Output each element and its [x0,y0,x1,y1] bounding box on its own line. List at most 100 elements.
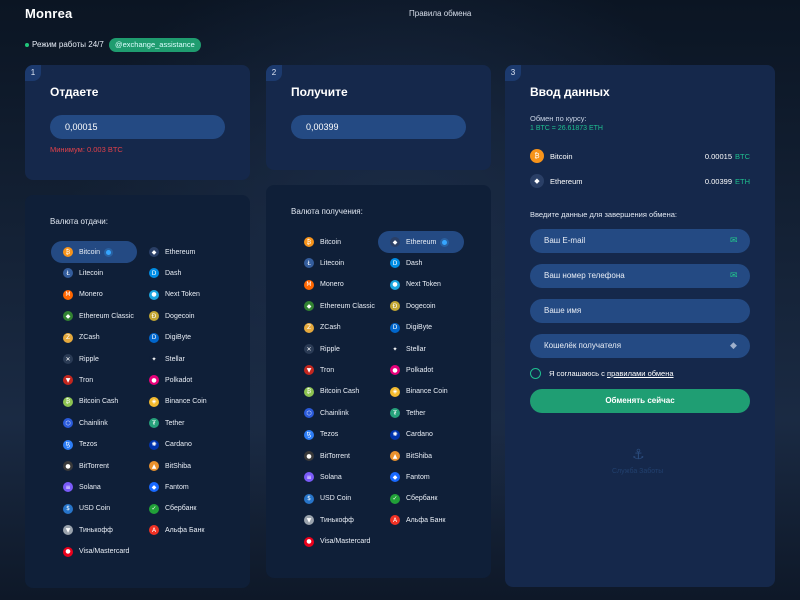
currency-option-monero[interactable]: M Monero [51,284,137,306]
currency-label: Сбербанк [165,505,197,513]
currency-option-dogecoin[interactable]: Ð Dogecoin [137,305,223,327]
bittorrent-icon: ● [304,451,314,461]
litecoin-icon: Ł [63,268,73,279]
currency-option-tezos[interactable]: ꜩ Tezos [292,424,378,446]
currency-option-tether[interactable]: ₮ Tether [137,412,223,434]
get-card: 2 Получите 0,00399 [266,65,491,170]
currency-option-bitcoin[interactable]: ₿ Bitcoin [51,241,137,263]
step-number: 2 [266,65,282,81]
currency-option-bittorrent[interactable]: ● BitTorrent [292,445,378,467]
currency-option-polkadot[interactable]: ● Polkadot [378,359,464,381]
currency-option-usd-coin[interactable]: $ USD Coin [51,498,137,520]
currency-option-zcash[interactable]: Z ZCash [51,327,137,349]
currency-option-litecoin[interactable]: Ł Litecoin [51,262,137,284]
name-field[interactable]: Ваше имя [530,299,750,323]
currency-option-polkadot[interactable]: ● Polkadot [137,369,223,391]
agree-checkbox[interactable] [530,368,541,379]
rules-link[interactable]: правилами обмена [607,369,674,378]
currency-option-bitcoin-cash[interactable]: ₿ Bitcoin Cash [51,391,137,413]
currency-label: Ethereum [406,238,437,246]
mail-icon: ✉ [730,236,738,246]
currency-option-сбербанк[interactable]: ✓ Сбербанк [137,498,223,520]
currency-option-альфа-банк[interactable]: A Альфа Банк [137,519,223,541]
currency-option-ripple[interactable]: ✕ Ripple [292,338,378,360]
currency-option-ethereum[interactable]: ◆ Ethereum [137,241,223,263]
currency-option-тинькофф[interactable]: ▼ Тинькофф [292,509,378,531]
currency-label: DigiByte [165,334,192,342]
currency-option-тинькофф[interactable]: ▼ Тинькофф [51,519,137,541]
currency-option-ripple[interactable]: ✕ Ripple [51,348,137,370]
currency-label: Dash [406,259,423,267]
currency-option-tron[interactable]: ▼ Tron [51,369,137,391]
currency-option-fantom[interactable]: ◆ Fantom [137,476,223,498]
currency-label: Litecoin [320,259,345,267]
currency-option-fantom[interactable]: ◆ Fantom [378,466,464,488]
tron-icon: ▼ [304,365,314,376]
currency-label: Tether [406,409,426,417]
currency-option-binance-coin[interactable]: ◈ Binance Coin [137,391,223,413]
currency-label: Bitcoin [79,248,101,256]
summary-amount: 0.00399 [704,176,732,186]
dogecoin-icon: Ð [390,301,400,312]
currency-option-stellar[interactable]: ✦ Stellar [378,338,464,360]
currency-option-cardano[interactable]: ✺ Cardano [137,434,223,456]
digibyte-icon: D [149,332,159,343]
currency-option-next-token[interactable]: ● Next Token [378,274,464,296]
give-amount-input[interactable]: 0,00015 [50,115,225,139]
currency-label: Bitcoin Cash [320,388,360,396]
wallet-field[interactable]: Кошелёк получателя ◆ [530,334,750,358]
currency-option-chainlink[interactable]: ⬡ Chainlink [51,412,137,434]
currency-option-binance-coin[interactable]: ◈ Binance Coin [378,381,464,403]
currency-option-dash[interactable]: D Dash [137,262,223,284]
currency-option-digibyte[interactable]: D DigiByte [378,317,464,339]
selected-indicator-icon [106,249,112,255]
currency-option-stellar[interactable]: ✦ Stellar [137,348,223,370]
polkadot-icon: ● [149,375,159,386]
rate-label: Обмен по курсу: [530,114,587,123]
currency-option-bitshiba[interactable]: ▲ BitShiba [378,445,464,467]
currency-option-monero[interactable]: M Monero [292,274,378,296]
give-title: Отдаете [50,85,99,99]
monero-icon: M [304,279,314,290]
currency-option-tron[interactable]: ▼ Tron [292,359,378,381]
currency-option-bitshiba[interactable]: ▲ BitShiba [137,455,223,477]
usd-coin-icon: $ [63,503,73,514]
currency-option-solana[interactable]: ≡ Solana [292,466,378,488]
email-field[interactable]: Ваш E-mail ✉ [530,229,750,253]
telegram-contact-button[interactable]: @exchange_assistance [109,38,201,52]
brand-logo[interactable]: Monrea [25,6,72,21]
currency-option-cardano[interactable]: ✺ Cardano [378,424,464,446]
dogecoin-icon: Ð [149,311,159,322]
currency-label: DigiByte [406,324,433,332]
альфа-банк-icon: A [390,515,400,526]
currency-option-bittorrent[interactable]: ● BitTorrent [51,455,137,477]
currency-option-ethereum-classic[interactable]: ◆ Ethereum Classic [51,305,137,327]
currency-option-ethereum-classic[interactable]: ◆ Ethereum Classic [292,295,378,317]
get-amount-input[interactable]: 0,00399 [291,115,466,139]
currency-option-bitcoin[interactable]: ₿ Bitcoin [292,231,378,253]
currency-option-usd-coin[interactable]: $ USD Coin [292,488,378,510]
currency-option-visa-mastercard[interactable]: ● Visa/Mastercard [51,541,137,563]
currency-option-ethereum[interactable]: ◆ Ethereum [378,231,464,253]
currency-option-visa-mastercard[interactable]: ● Visa/Mastercard [292,531,378,553]
currency-option-альфа-банк[interactable]: A Альфа Банк [378,509,464,531]
bitshiba-icon: ▲ [149,461,159,471]
currency-option-dash[interactable]: D Dash [378,252,464,274]
currency-option-сбербанк[interactable]: ✓ Сбербанк [378,488,464,510]
currency-option-chainlink[interactable]: ⬡ Chainlink [292,402,378,424]
currency-option-tezos[interactable]: ꜩ Tezos [51,434,137,456]
currency-option-solana[interactable]: ≡ Solana [51,476,137,498]
phone-field[interactable]: Ваш номер телефона ✉ [530,264,750,288]
currency-option-dogecoin[interactable]: Ð Dogecoin [378,295,464,317]
currency-option-bitcoin-cash[interactable]: ₿ Bitcoin Cash [292,381,378,403]
exchange-now-button[interactable]: Обменять сейчас [530,389,750,413]
currency-option-zcash[interactable]: Z ZCash [292,317,378,339]
currency-label: Tether [165,419,185,427]
currency-label: Ripple [79,355,99,363]
currency-option-litecoin[interactable]: Ł Litecoin [292,252,378,274]
nav-exchange-rules[interactable]: Правила обмена [409,9,471,18]
currency-option-digibyte[interactable]: D DigiByte [137,327,223,349]
currency-option-tether[interactable]: ₮ Tether [378,402,464,424]
field-placeholder: Ваш номер телефона [544,271,625,280]
currency-option-next-token[interactable]: ● Next Token [137,284,223,306]
